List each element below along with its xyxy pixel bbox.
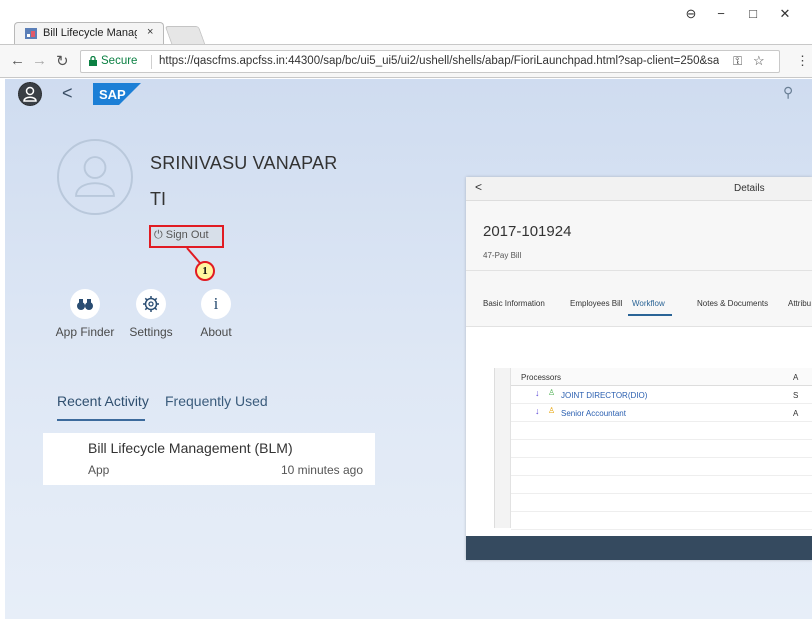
table-row-empty [511,494,812,512]
activity-title: Bill Lifecycle Management (BLM) [88,440,293,456]
table-row-empty [511,458,812,476]
object-header: 2017-101924 47-Pay Bill [466,201,812,271]
gear-icon [136,289,166,319]
tab-recent-activity[interactable]: Recent Activity [57,393,149,409]
tab-basic-information[interactable]: Basic Information [483,299,545,308]
table-row[interactable]: ↓ ♙ Senior Accountant A [511,404,812,422]
about-label: About [200,325,232,339]
tab-attributes[interactable]: Attribu [788,299,811,308]
minimize-button[interactable]: − [706,6,736,21]
omnibox-divider [151,55,152,69]
detail-footer-bar [466,536,812,560]
app-finder-label: App Finder [55,325,115,339]
row-cell: A [793,409,799,418]
row-cell: S [793,391,799,400]
forward-arrow-icon[interactable]: → [32,52,47,69]
recent-activity-item[interactable]: Bill Lifecycle Management (BLM) App 10 m… [43,433,375,485]
detail-header-title: Details [734,183,765,194]
user-check-icon: ♙ [548,388,556,397]
tab-title: Bill Lifecycle Managemen [43,27,137,39]
arrow-down-icon: ↓ [535,406,540,416]
search-icon[interactable]: ⚲ [783,84,793,101]
table-row-empty [511,512,812,530]
app-preview-panel: < Details 2017-101924 47-Pay Bill Basic … [466,177,812,560]
table-row-empty [511,440,812,458]
screen: Bill Lifecycle Managemen × ⊖ − □ ✕ ← → ↻… [0,0,812,619]
bookmark-star-icon[interactable]: ☆ [753,53,765,69]
detail-tab-bar: Basic Information Employees Bill Workflo… [466,271,812,327]
activity-type: App [88,463,110,477]
browser-toolbar: ← → ↻ Secure https://qascfms.apcfss.in:4… [0,44,812,78]
settings-button[interactable]: Settings [116,289,186,339]
processor-name[interactable]: Senior Accountant [561,409,626,418]
activity-time: 10 minutes ago [280,463,363,477]
object-id: 2017-101924 [483,223,572,240]
lock-icon [89,56,97,66]
app-finder-button[interactable]: App Finder [50,289,120,339]
table-row-empty [511,422,812,440]
tab-close-icon[interactable]: × [147,26,153,38]
workflow-tab-indicator [628,314,672,316]
reload-icon[interactable]: ↻ [56,52,69,70]
tab-employees-bill[interactable]: Employees Bill [570,299,622,308]
second-column-header: A [793,373,799,382]
active-tab-indicator [57,419,145,421]
browser-menu-icon[interactable]: ⋮ [796,53,809,69]
object-subtitle: 47-Pay Bill [483,251,522,260]
address-bar[interactable]: Secure https://qascfms.apcfss.in:44300/s… [80,50,780,73]
binoculars-icon [70,289,100,319]
profile-icon[interactable]: ⊖ [676,6,706,22]
back-arrow-icon[interactable]: ← [10,52,25,69]
tab-frequently-used[interactable]: Frequently Used [165,393,268,409]
table-header: Processors A [511,368,812,386]
processor-name[interactable]: JOINT DIRECTOR(DIO) [561,391,647,400]
tab-workflow[interactable]: Workflow [632,299,665,308]
callout-pointer [186,247,201,264]
fiori-launchpad: < SAP ⚲ SRINIVASU VANAPAR TI ⏻ Sign Out … [5,79,812,619]
row-selector-column [495,368,511,528]
new-tab-button[interactable] [164,26,206,44]
arrow-down-icon: ↓ [535,388,540,398]
processors-header: Processors [521,373,562,382]
user-search-icon: ♙ [548,406,556,415]
browser-tabbar: Bill Lifecycle Managemen × ⊖ − □ ✕ [0,0,812,44]
table-row[interactable]: ↓ ♙ JOINT DIRECTOR(DIO) S [511,386,812,404]
maximize-button[interactable]: □ [738,6,768,21]
detail-header: < Details [466,177,812,201]
tab-notes-documents[interactable]: Notes & Documents [697,299,768,308]
settings-label: Settings [129,325,173,339]
detail-back-icon[interactable]: < [475,180,482,194]
secure-label: Secure [101,55,138,67]
sap-favicon-icon [25,28,37,39]
table-row-empty [511,476,812,494]
info-icon: i [201,289,231,319]
close-window-button[interactable]: ✕ [770,6,800,22]
about-button[interactable]: i About [181,289,251,339]
workflow-table: Processors A ↓ ♙ JOINT DIRECTOR(DIO) S ↓… [494,368,812,530]
browser-tab[interactable]: Bill Lifecycle Managemen × [14,22,164,44]
key-icon[interactable]: ⚿ [733,54,742,69]
step-callout-marker: 1 [195,261,215,281]
url-text[interactable]: https://qascfms.apcfss.in:44300/sap/bc/u… [159,55,719,67]
